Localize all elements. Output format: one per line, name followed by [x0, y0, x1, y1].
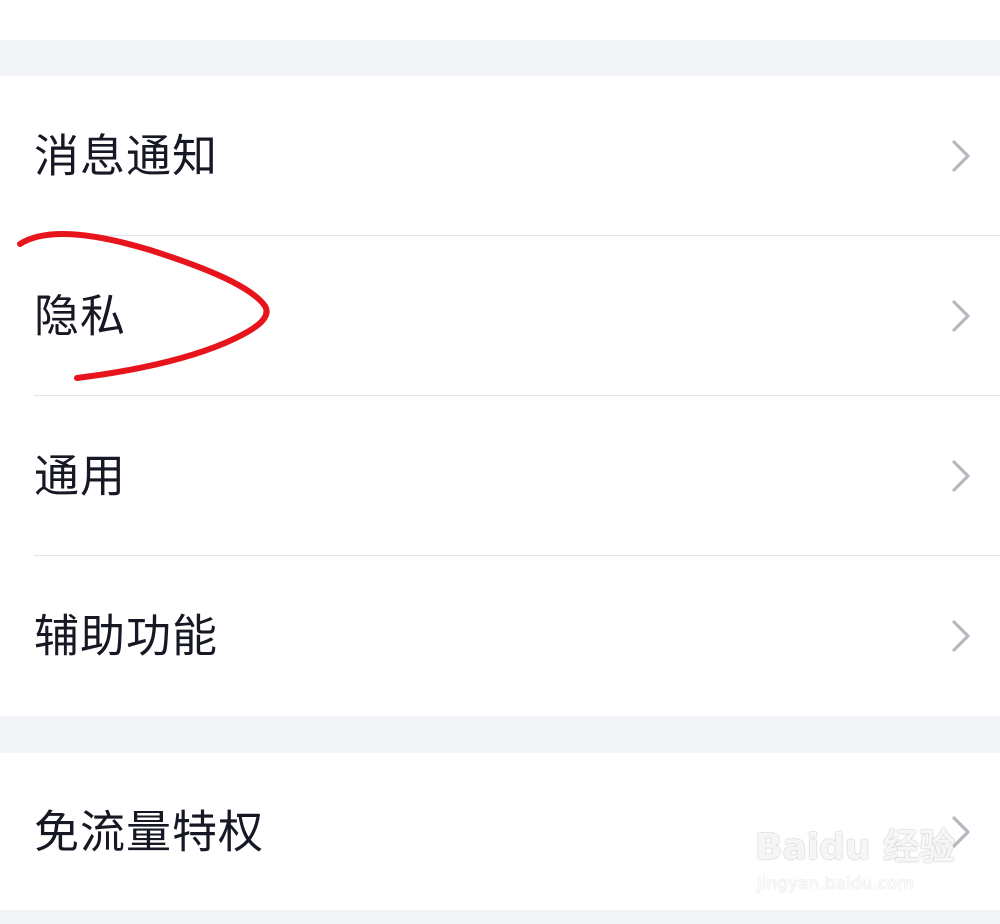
settings-group-1: 消息通知 隐私 通用 辅助功能 [0, 76, 1000, 716]
settings-row-privacy[interactable]: 隐私 [0, 236, 1000, 396]
settings-row-general[interactable]: 通用 [0, 396, 1000, 556]
watermark-url: jingyan.baidu.com [757, 874, 914, 894]
settings-row-accessibility[interactable]: 辅助功能 [0, 556, 1000, 716]
row-label-general: 通用 [34, 449, 127, 503]
row-label-privacy: 隐私 [34, 289, 127, 343]
chevron-right-icon [952, 620, 970, 652]
watermark-logo: Baidu 经验 [755, 827, 956, 868]
row-label-notifications: 消息通知 [34, 129, 219, 183]
top-section [0, 0, 1000, 40]
settings-row-notifications[interactable]: 消息通知 [0, 76, 1000, 236]
chevron-right-icon [952, 300, 970, 332]
row-label-free-data: 免流量特权 [34, 805, 265, 858]
chevron-right-icon [952, 460, 970, 492]
baidu-jingyan-watermark: Baidu 经验 jingyan.baidu.com [755, 818, 955, 903]
row-label-accessibility: 辅助功能 [34, 609, 219, 663]
chevron-right-icon [952, 140, 970, 172]
